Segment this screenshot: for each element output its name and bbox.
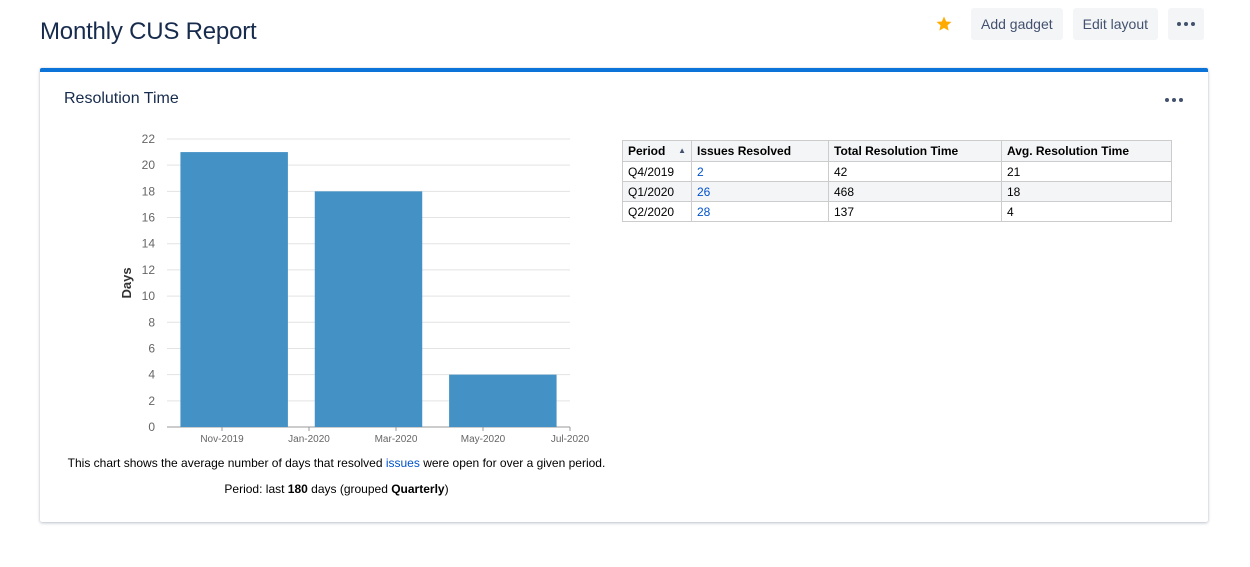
column-header-issues-resolved[interactable]: Issues Resolved	[691, 140, 829, 162]
table-row: Q4/2019 2 42 21	[622, 161, 1172, 182]
star-icon[interactable]	[932, 8, 956, 40]
cell-period: Q1/2020	[622, 181, 692, 202]
x-tick-label: Jul-2020	[551, 434, 590, 445]
y-tick-label: 14	[142, 237, 156, 251]
cell-total-resolution-time: 137	[828, 201, 1002, 222]
add-gadget-button[interactable]: Add gadget	[971, 8, 1063, 40]
y-tick-label: 4	[148, 368, 155, 382]
y-tick-label: 6	[148, 341, 155, 355]
y-tick-label: 10	[142, 289, 156, 303]
period-suffix: )	[444, 482, 449, 496]
issues-resolved-link[interactable]: 2	[697, 165, 704, 179]
y-tick-label: 8	[148, 315, 155, 329]
top-actions: Add gadget Edit layout	[932, 8, 1204, 40]
resolution-time-gadget: Resolution Time 0 2 4 6 8 10 12 14 16 18 20 22 Days N…	[40, 68, 1208, 522]
x-tick-label: Mar-2020	[375, 434, 418, 445]
gadget-menu-button[interactable]	[1162, 92, 1186, 108]
more-icon	[1177, 22, 1195, 26]
period-caption: Period: last 180 days (grouped Quarterly…	[64, 482, 609, 496]
x-tick-label: May-2020	[461, 434, 506, 445]
y-tick-label: 0	[148, 420, 155, 434]
cell-period: Q4/2019	[622, 161, 692, 182]
period-grouping: Quarterly	[391, 482, 445, 496]
x-tick-label: Nov-2019	[200, 434, 244, 445]
cell-issues-resolved: 28	[691, 201, 829, 222]
caption-text: This chart shows the average number of d…	[67, 456, 386, 470]
bar-q2-2020	[449, 374, 557, 427]
y-axis-label: Days	[119, 267, 134, 298]
y-tick-label: 2	[148, 394, 155, 408]
edit-layout-button[interactable]: Edit layout	[1072, 8, 1158, 40]
y-tick-label: 16	[142, 211, 156, 225]
period-middle: days (grouped	[307, 482, 392, 496]
table-header-row: Period ▲ Issues Resolved Total Resolution…	[622, 140, 1172, 162]
cell-total-resolution-time: 468	[828, 181, 1002, 202]
bar-q1-2020	[314, 191, 423, 427]
cell-avg-resolution-time: 4	[1001, 201, 1172, 222]
x-tick-label: Jan-2020	[288, 434, 330, 445]
y-tick-label: 20	[142, 158, 156, 172]
period-days: 180	[287, 482, 308, 496]
issues-resolved-link[interactable]: 26	[697, 185, 710, 199]
table-row: Q2/2020 28 137 4	[622, 201, 1172, 222]
column-header-avg-resolution-time[interactable]: Avg. Resolution Time	[1001, 140, 1172, 162]
caption-text-end: were open for over a given period.	[419, 456, 606, 470]
resolution-time-chart: 0 2 4 6 8 10 12 14 16 18 20 22 Days Nov-2019 Jan-2020 M…	[119, 132, 590, 445]
column-header-total-resolution-time[interactable]: Total Resolution Time	[828, 140, 1002, 162]
cell-avg-resolution-time: 18	[1001, 181, 1172, 202]
cell-avg-resolution-time: 21	[1001, 161, 1172, 182]
bar-q4-2019	[180, 152, 288, 427]
chart-caption: This chart shows the average number of d…	[64, 456, 609, 470]
cell-issues-resolved: 2	[691, 161, 829, 182]
y-tick-label: 12	[142, 263, 156, 277]
resolution-table: Period ▲ Issues Resolved Total Resolution…	[622, 140, 1172, 222]
issues-link[interactable]: issues	[386, 456, 420, 470]
cell-issues-resolved: 26	[691, 181, 829, 202]
y-tick-label: 22	[142, 132, 156, 146]
page-title: Monthly CUS Report	[40, 18, 257, 45]
issues-resolved-link[interactable]: 28	[697, 205, 710, 219]
more-icon	[1165, 98, 1183, 102]
table-row: Q1/2020 26 468 18	[622, 181, 1172, 202]
column-header-period[interactable]: Period ▲	[622, 140, 692, 162]
y-tick-label: 18	[142, 184, 156, 198]
more-actions-button[interactable]	[1168, 8, 1204, 40]
cell-total-resolution-time: 42	[828, 161, 1002, 182]
cell-period: Q2/2020	[622, 201, 692, 222]
period-prefix: Period: last	[224, 482, 288, 496]
sort-asc-icon: ▲	[678, 146, 686, 155]
